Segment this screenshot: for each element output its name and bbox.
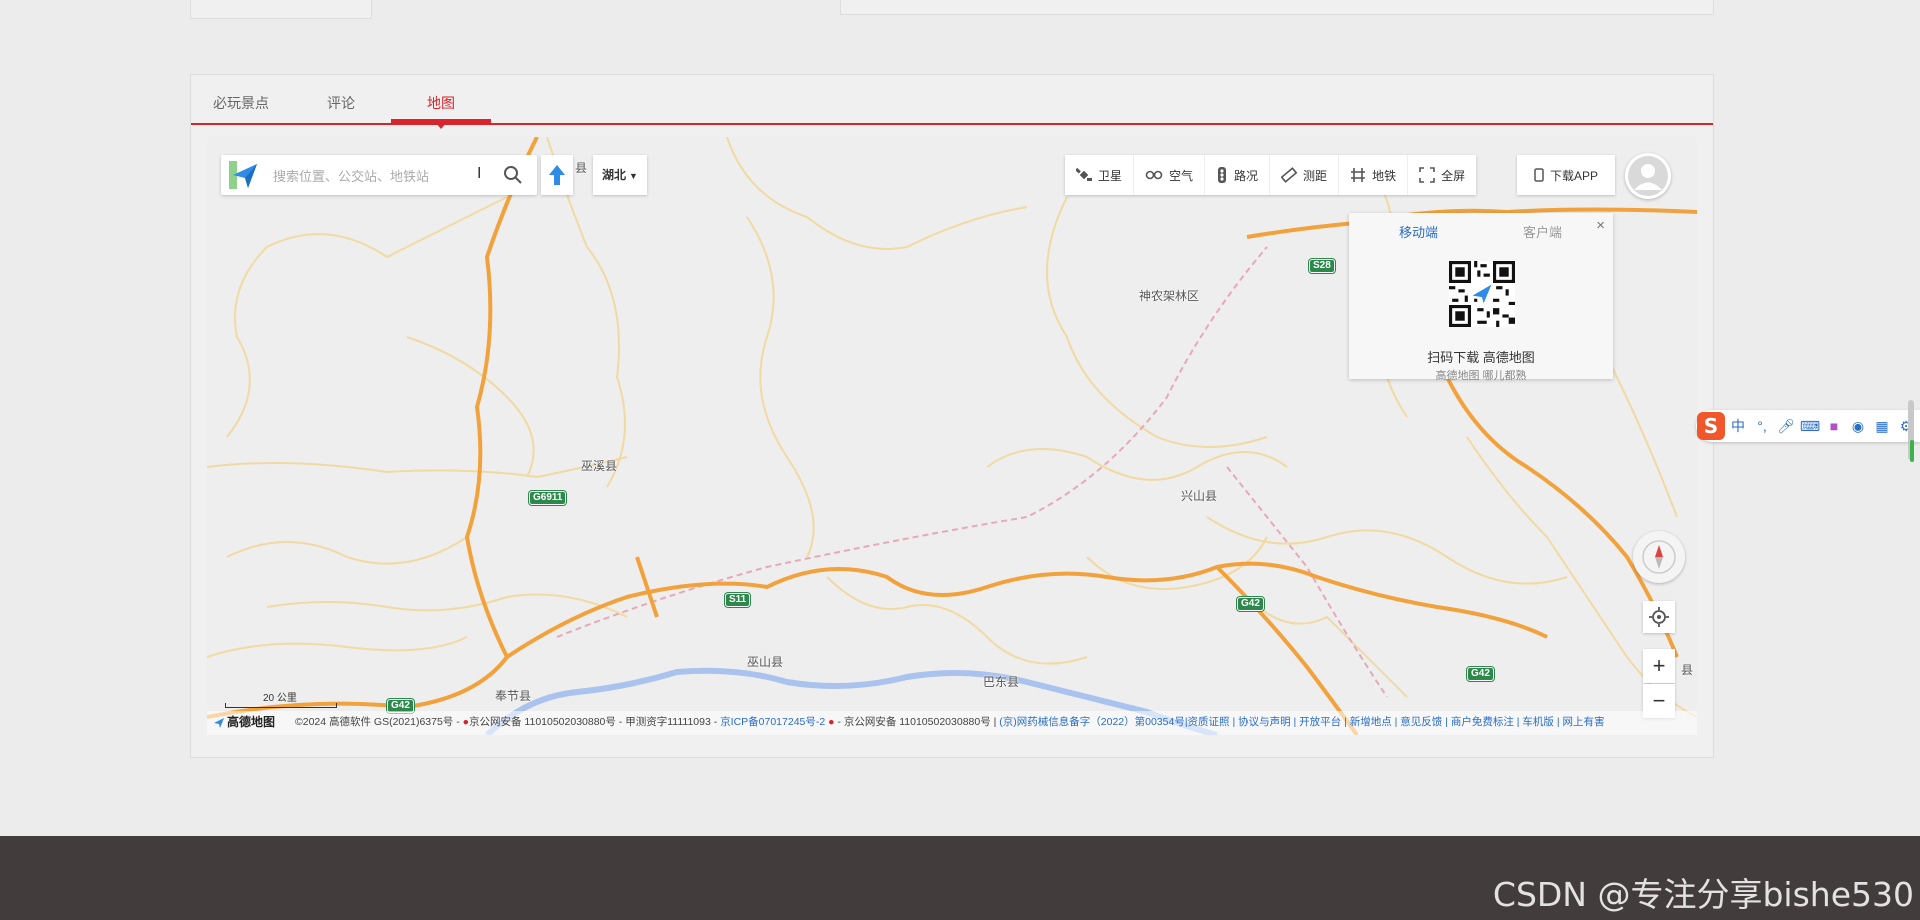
- amap-logo-icon: [229, 161, 257, 189]
- download-app-label: 下载APP: [1549, 168, 1598, 183]
- close-icon[interactable]: ×: [1596, 217, 1605, 234]
- top-strip-right: [840, 0, 1714, 15]
- skin-icon[interactable]: ■: [1822, 418, 1846, 434]
- copyright-bar: 高德地图 ©2024 高德软件 GS(2021)6375号 - ●京公网安备 1…: [207, 711, 1697, 735]
- tab-attractions[interactable]: 必玩景点: [213, 93, 269, 113]
- amap-brand[interactable]: 高德地图: [213, 711, 275, 733]
- place-shennongjia[interactable]: 神农架林区: [1139, 287, 1199, 304]
- route-arrow-icon: [549, 165, 565, 185]
- subway-button[interactable]: 地铁: [1339, 155, 1409, 195]
- sogou-logo-icon[interactable]: S: [1696, 411, 1726, 441]
- qr-download-popup: 移动端 客户端 × 扫码下载 高德地图 高德地图 哪儿都熟: [1349, 213, 1613, 382]
- place-wuxi[interactable]: 巫溪县: [581, 457, 617, 474]
- grid-icon[interactable]: ▦: [1870, 418, 1894, 435]
- copyright-main: ©2024 高德软件 GS(2021)6375号 -: [295, 716, 463, 728]
- compass-icon: [1642, 540, 1676, 574]
- scale-label: 20 公里: [263, 693, 297, 704]
- measure-button[interactable]: 测距: [1270, 155, 1340, 195]
- satellite-label: 卫星: [1098, 168, 1123, 183]
- fullscreen-label: 全屏: [1441, 168, 1466, 183]
- scale-bar: [225, 703, 337, 708]
- city-name: 湖北: [602, 168, 627, 182]
- qr-subtitle: 高德地图 哪儿都熟: [1435, 370, 1527, 382]
- compass-control[interactable]: [1633, 531, 1685, 583]
- tab-active-caret: [436, 123, 446, 129]
- icp-link[interactable]: 京ICP备07017245号-2: [720, 716, 825, 728]
- ime-toolbar: S 中 °, 🎤︎ ⌨ ■ ◉ ▦ ⚙: [1696, 410, 1920, 442]
- user-avatar-icon: [1628, 156, 1668, 196]
- chevron-down-icon: ▼: [629, 171, 638, 181]
- tab-comments[interactable]: 评论: [327, 93, 355, 113]
- traffic-button[interactable]: 路况: [1205, 155, 1271, 195]
- gear-icon[interactable]: ⚙: [1894, 418, 1918, 435]
- qr-title: 扫码下载 高德地图: [1427, 350, 1535, 365]
- air-icon: [1145, 170, 1163, 180]
- city-selector[interactable]: 湖北 ▼: [593, 155, 647, 195]
- map-canvas[interactable]: 神农架林区 巫溪县 兴山县 巫山县 巴东县 奉节县 县 G6911 S11 G4…: [207, 137, 1697, 735]
- map-partial-label: 县: [575, 161, 588, 175]
- ime-lang-toggle[interactable]: 中: [1726, 416, 1750, 436]
- robot-icon[interactable]: ◉: [1846, 418, 1870, 435]
- route-button[interactable]: [541, 155, 573, 195]
- fullscreen-button[interactable]: 全屏: [1408, 155, 1476, 195]
- qr-code-image: [1449, 261, 1515, 327]
- locate-icon: [1649, 607, 1669, 627]
- microphone-icon[interactable]: 🎤︎: [1774, 418, 1798, 435]
- amap-brand-icon: [214, 717, 224, 728]
- search-icon[interactable]: [503, 165, 523, 185]
- search-input[interactable]: [271, 163, 475, 189]
- locate-button[interactable]: [1643, 601, 1675, 633]
- beian-text-1: 京公网安备 11010502030880号 - 甲测资字11111093 -: [469, 716, 721, 728]
- zoom-in-button[interactable]: +: [1643, 649, 1675, 683]
- air-button[interactable]: 空气: [1134, 155, 1206, 195]
- beian-text-2: - 京公网安备 11010502030880号 |: [834, 716, 1000, 728]
- qr-tab-mobile[interactable]: 移动端: [1399, 222, 1438, 241]
- ime-punct-toggle[interactable]: °,: [1750, 418, 1774, 434]
- place-edge-county[interactable]: 县: [1681, 661, 1693, 678]
- svg-text:S: S: [1704, 414, 1718, 438]
- map-toolbar: 卫星 空气 路况 测距 地铁 全屏: [1065, 155, 1477, 195]
- place-fengjie[interactable]: 奉节县: [495, 687, 531, 704]
- traffic-label: 路况: [1234, 168, 1259, 183]
- phone-icon: [1534, 168, 1544, 182]
- page-footer: CSDN @专注分享bishe530: [0, 836, 1920, 920]
- text-cursor-icon: I: [477, 165, 482, 182]
- air-label: 空气: [1169, 168, 1194, 183]
- place-badong[interactable]: 巴东县: [983, 673, 1019, 690]
- scroll-indicator: [1910, 440, 1914, 462]
- search-box: I: [221, 155, 537, 195]
- satellite-icon: [1076, 167, 1092, 181]
- footer-links[interactable]: (京)网药械信息备字（2022）第00354号|资质证照 | 协议与声明 | 开…: [999, 716, 1604, 728]
- keyboard-icon[interactable]: ⌨: [1798, 418, 1822, 435]
- map-card: 必玩景点 评论 地图 神农架林区 巫溪县 兴山县 巫山县 巴东县 奉节县 县 G…: [190, 74, 1714, 758]
- csdn-watermark: CSDN @专注分享bishe530: [1492, 875, 1914, 914]
- highway-shield-g42: G42: [1467, 667, 1494, 681]
- place-wushan[interactable]: 巫山县: [747, 653, 783, 670]
- highway-shield-s28: S28: [1309, 259, 1335, 273]
- amap-brand-label: 高德地图: [227, 715, 276, 729]
- subway-icon: [1351, 168, 1366, 182]
- satellite-button[interactable]: 卫星: [1065, 155, 1135, 195]
- qr-tab-client[interactable]: 客户端: [1523, 222, 1562, 241]
- place-xingshan[interactable]: 兴山县: [1181, 487, 1217, 504]
- ruler-icon: [1281, 167, 1298, 183]
- copyright-text: ©2024 高德软件 GS(2021)6375号 - ●京公网安备 110105…: [295, 711, 1605, 733]
- traffic-light-icon: [1218, 167, 1227, 183]
- highway-shield-g42: G42: [1237, 597, 1264, 611]
- highway-shield-s11: S11: [725, 593, 751, 607]
- user-avatar[interactable]: [1625, 153, 1671, 199]
- subway-label: 地铁: [1372, 168, 1397, 183]
- highway-shield-g6911: G6911: [529, 491, 567, 505]
- fullscreen-icon: [1419, 167, 1435, 183]
- tab-map[interactable]: 地图: [427, 93, 455, 113]
- tab-bar: 必玩景点 评论 地图: [191, 75, 1713, 129]
- download-app-button[interactable]: 下载APP: [1517, 155, 1615, 195]
- measure-label: 测距: [1303, 168, 1328, 183]
- top-strip-left: [190, 0, 372, 19]
